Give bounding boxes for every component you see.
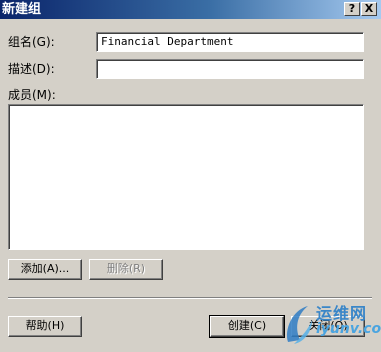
create-button[interactable]: 创建(C) [209, 315, 285, 338]
watermark-url: iyunv.com [316, 321, 381, 337]
watermark-logo: 运维网 iyunv.com [282, 300, 381, 350]
help-button[interactable]: 帮助(H) [8, 316, 82, 337]
watermark-swirl-icon [286, 306, 312, 344]
remove-member-button[interactable]: 删除(R) [89, 259, 163, 280]
separator-line [8, 297, 372, 299]
members-list[interactable] [8, 104, 364, 250]
window-title: 新建组 [2, 2, 42, 17]
close-title-button[interactable]: X [361, 2, 377, 16]
help-title-button[interactable]: ? [344, 2, 360, 16]
add-member-button[interactable]: 添加(A)... [8, 259, 82, 280]
group-name-label: 组名(G): [8, 35, 55, 49]
description-input[interactable] [96, 59, 364, 79]
description-label: 描述(D): [8, 62, 55, 76]
members-label: 成员(M): [8, 88, 56, 102]
group-name-input[interactable]: Financial Department [96, 32, 364, 52]
title-bar: 新建组 ? X [0, 0, 381, 19]
group-name-value: Financial Department [101, 35, 234, 48]
